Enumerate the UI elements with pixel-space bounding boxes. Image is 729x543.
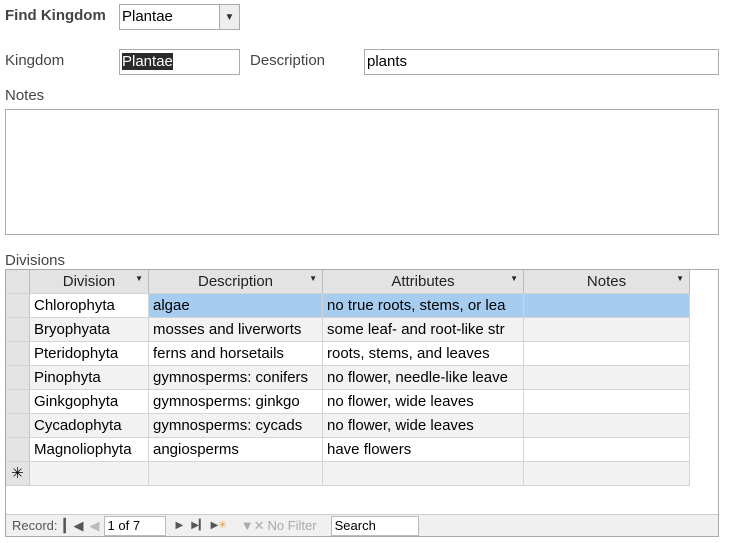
cell-notes[interactable] [524,318,690,342]
current-record-input[interactable]: 1 of 7 [103,515,166,536]
cell-notes[interactable] [524,390,690,414]
cell-division[interactable]: Ginkgophyta [30,390,149,414]
dropdown-arrow-icon[interactable]: ▼ [309,274,317,283]
new-record-row[interactable]: ✳ [6,462,690,486]
table-row[interactable]: Pteridophyta ferns and horsetails roots, s… [6,342,690,366]
cell-attributes[interactable]: have flowers [323,438,524,462]
cell-notes[interactable] [524,438,690,462]
cell-description[interactable]: mosses and liverworts [149,318,323,342]
cell-description[interactable]: ferns and horsetails [149,342,323,366]
kingdom-value: Plantae [122,53,173,70]
cell-notes[interactable] [524,366,690,390]
column-label: Division [62,273,116,290]
select-all[interactable] [6,270,30,294]
row-selector[interactable] [6,318,30,342]
cell-attributes[interactable]: some leaf- and root-like str [323,318,524,342]
column-label: Description [197,273,274,290]
table-row[interactable]: Ginkgophyta gymnosperms: ginkgo no flower,… [6,390,690,414]
filter-icon[interactable]: ▼✕ [241,518,265,534]
chevron-down-icon[interactable]: ▼ [219,5,239,29]
cell[interactable] [323,462,524,486]
cell-division[interactable]: Pteridophyta [30,342,149,366]
cell-description[interactable]: gymnosperms: conifers [149,366,323,390]
last-record-icon[interactable]: ▶▎ [191,520,206,531]
first-record-icon[interactable]: ▎◀ [64,518,84,534]
table-row[interactable]: Bryophyata mosses and liverworts some leaf… [6,318,690,342]
row-selector[interactable] [6,390,30,414]
record-label: Record: [12,518,58,533]
cell-division[interactable]: Chlorophyta [30,294,149,318]
kingdom-field[interactable]: Plantae [119,49,240,75]
description-field[interactable]: plants [364,49,719,75]
cell-description[interactable]: algae [149,294,323,318]
cell-description[interactable]: angiosperms [149,438,323,462]
table-row[interactable]: Chlorophyta algae no true roots, stems, or… [6,294,690,318]
kingdom-label: Kingdom [5,52,65,69]
divisions-label: Divisions [5,252,66,269]
description-label: Description [250,52,326,69]
cell-attributes[interactable]: no true roots, stems, or lea [323,294,524,318]
dropdown-arrow-icon[interactable]: ▼ [135,274,143,283]
find-kingdom-label: Find Kingdom [5,7,106,24]
row-selector[interactable] [6,366,30,390]
cell-attributes[interactable]: no flower, needle-like leave [323,366,524,390]
column-header-division[interactable]: Division ▼ [30,270,149,294]
table-row[interactable]: Magnoliophyta angiosperms have flowers [6,438,690,462]
previous-record-icon[interactable]: ◀ [90,518,100,534]
new-record-icon: ✳ [6,462,30,486]
dropdown-arrow-icon[interactable]: ▼ [510,274,518,283]
dropdown-arrow-icon[interactable]: ▼ [676,274,684,283]
column-header-notes[interactable]: Notes ▼ [524,270,690,294]
next-record-icon[interactable]: ▶ [176,520,184,531]
column-label: Attributes [391,273,455,290]
cell[interactable] [149,462,323,486]
search-input[interactable]: Search [330,515,419,536]
row-selector[interactable] [6,342,30,366]
cell-division[interactable]: Bryophyata [30,318,149,342]
cell-notes[interactable] [524,414,690,438]
header-row: Division ▼ Description ▼ Attributes ▼ Notes… [6,270,690,294]
cell-description[interactable]: gymnosperms: cycads [149,414,323,438]
column-header-attributes[interactable]: Attributes ▼ [323,270,524,294]
cell[interactable] [524,462,690,486]
find-kingdom-value: Plantae [122,8,173,25]
table-row[interactable]: Pinophyta gymnosperms: conifers no flower,… [6,366,690,390]
table-row[interactable]: Cycadophyta gymnosperms: cycads no flower,… [6,414,690,438]
column-label: Notes [586,273,627,290]
notes-field[interactable] [5,109,719,235]
record-navigator: Record: ▎◀ ◀ 1 of 7 ▶ ▶▎ ▶✳ ▼✕ No Filter… [6,514,718,536]
column-header-description[interactable]: Description ▼ [149,270,323,294]
cell-division[interactable]: Pinophyta [30,366,149,390]
cell-description[interactable]: gymnosperms: ginkgo [149,390,323,414]
new-record-nav-icon[interactable]: ▶✳ [211,520,227,531]
cell-notes[interactable] [524,294,690,318]
find-kingdom-combo[interactable]: Plantae ▼ [119,4,240,30]
row-selector[interactable] [6,414,30,438]
notes-label: Notes [5,87,45,104]
cell[interactable] [30,462,149,486]
cell-notes[interactable] [524,342,690,366]
cell-attributes[interactable]: no flower, wide leaves [323,414,524,438]
no-filter-button[interactable]: No Filter [267,518,316,533]
cell-division[interactable]: Magnoliophyta [30,438,149,462]
divisions-datasheet: Division ▼ Description ▼ Attributes ▼ Notes… [5,269,719,537]
cell-attributes[interactable]: no flower, wide leaves [323,390,524,414]
row-selector[interactable] [6,438,30,462]
cell-division[interactable]: Cycadophyta [30,414,149,438]
cell-attributes[interactable]: roots, stems, and leaves [323,342,524,366]
row-selector[interactable] [6,294,30,318]
